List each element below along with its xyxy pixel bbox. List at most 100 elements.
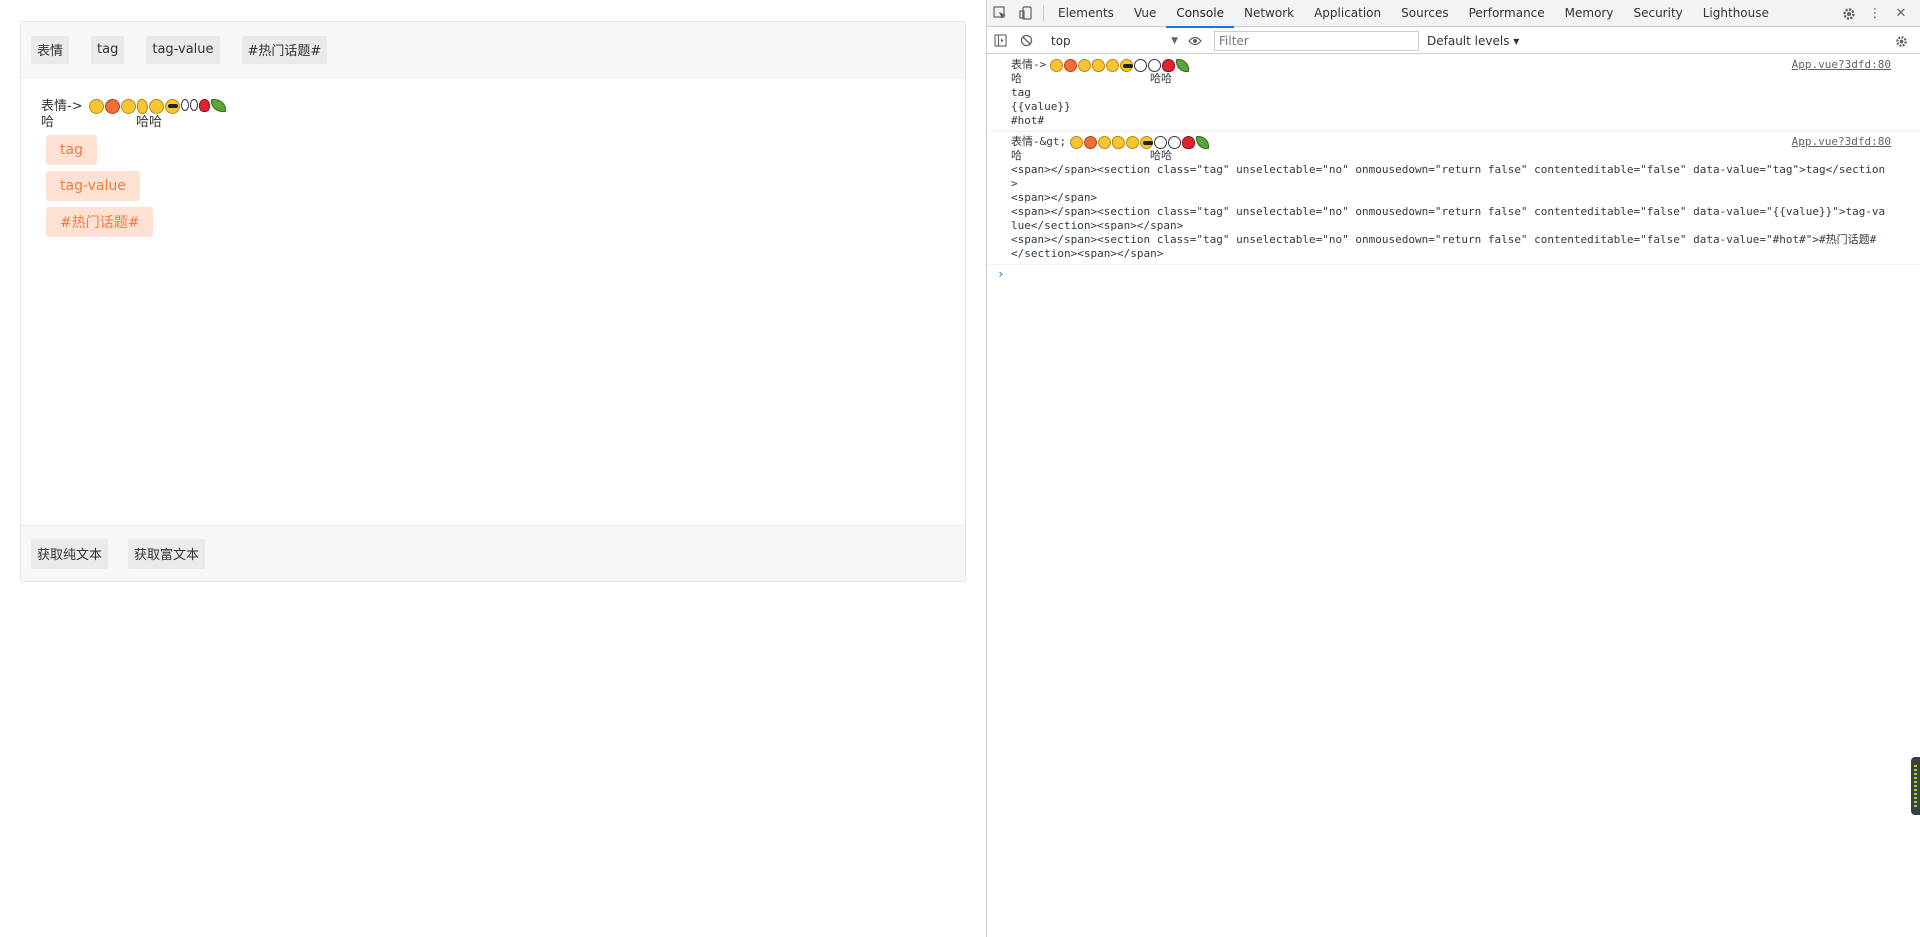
eye-icon <box>1168 135 1182 149</box>
grinning-face-icon <box>1070 135 1084 149</box>
emoji-sequence <box>1070 135 1210 149</box>
sunglasses-face-icon <box>1120 58 1134 72</box>
clapping-hand-icon <box>136 99 148 114</box>
sidebar-toggle-icon[interactable] <box>987 28 1013 54</box>
insert-hot-topic-button[interactable]: #热门话题# <box>241 35 328 64</box>
extension-handle[interactable] <box>1911 757 1920 815</box>
console-messages: App.vue?3dfd:80 表情-> 哈 哈哈 tag {{value}} … <box>987 55 1920 281</box>
message-prefix: 表情-&gt; <box>1011 135 1067 148</box>
editor-haha-line: 哈 哈哈 <box>41 115 945 131</box>
get-rich-text-button[interactable]: 获取富文本 <box>128 538 206 569</box>
herb-icon <box>1176 58 1190 72</box>
tab-sources[interactable]: Sources <box>1391 0 1458 27</box>
device-toggle-icon[interactable] <box>1013 0 1039 26</box>
message-prefix: 表情-> <box>1011 58 1047 71</box>
tab-security[interactable]: Security <box>1623 0 1692 27</box>
tab-vue[interactable]: Vue <box>1124 0 1166 27</box>
haha-text: 哈 <box>1011 149 1022 162</box>
close-icon[interactable]: ✕ <box>1888 1 1914 27</box>
haha-text: 哈哈 <box>1150 149 1172 162</box>
emoji-sequence <box>1050 58 1190 72</box>
console-prompt[interactable]: › <box>987 265 1920 281</box>
tag-chip-row: tag <box>41 131 945 167</box>
herb-icon <box>210 99 226 112</box>
clear-console-icon[interactable] <box>1013 28 1039 54</box>
message-body: <span></span><section class="tag" unsele… <box>1011 163 1886 260</box>
tag-value-chip[interactable]: tag-value <box>46 171 140 201</box>
insert-emoji-button[interactable]: 表情 <box>31 35 70 64</box>
herb-icon <box>1196 135 1210 149</box>
gear-icon[interactable] <box>1836 1 1862 27</box>
clapping-hand-icon <box>1112 135 1126 149</box>
insert-tag-button[interactable]: tag <box>91 35 125 64</box>
tag-chip-row: #热门话题# <box>41 203 945 239</box>
haha-text: 哈 <box>41 115 55 130</box>
editor-card: 表情 tag tag-value #热门话题# 表情-> 哈 哈哈 tag ta… <box>20 21 966 582</box>
message-first-line: 表情-&gt; <box>1011 135 1890 149</box>
more-vert-icon[interactable]: ⋮ <box>1862 1 1888 27</box>
message-haha-line: 哈 哈哈 <box>1011 149 1890 163</box>
rich-text-editor[interactable]: 表情-> 哈 哈哈 tag tag-value #热门话题# <box>21 79 965 524</box>
console-message: App.vue?3dfd:80 表情-> 哈 哈哈 tag {{value}} … <box>987 55 1920 132</box>
context-select[interactable]: top ▼ <box>1047 31 1182 51</box>
app-page: 表情 tag tag-value #热门话题# 表情-> 哈 哈哈 tag ta… <box>0 0 986 937</box>
heart-eyes-face-icon <box>104 99 120 114</box>
message-haha-line: 哈 哈哈 <box>1011 72 1890 86</box>
sunglasses-face-icon <box>164 99 180 114</box>
eye-icon <box>1148 58 1162 72</box>
rose-icon <box>198 99 210 112</box>
pleading-face-icon <box>120 99 136 114</box>
insert-toolbar: 表情 tag tag-value #热门话题# <box>21 22 965 78</box>
devtools-right-tools: ⋮ ✕ <box>1836 0 1914 27</box>
log-levels-select[interactable]: Default levels ▾ <box>1427 34 1519 48</box>
heart-eyes-face-icon <box>1084 135 1098 149</box>
tab-lighthouse[interactable]: Lighthouse <box>1693 0 1779 27</box>
haha-text: 哈哈 <box>136 115 163 130</box>
message-body: tag {{value}} #hot# <box>1011 86 1071 127</box>
gear-icon[interactable] <box>1888 31 1914 51</box>
devtools-tabbar: Elements Vue Console Network Application… <box>987 0 1920 28</box>
tab-elements[interactable]: Elements <box>1048 0 1124 27</box>
context-value: top <box>1051 33 1071 48</box>
emoji-prefix-text: 表情-> <box>41 99 83 114</box>
inspect-icon[interactable] <box>987 0 1013 26</box>
tab-network[interactable]: Network <box>1234 0 1304 27</box>
hot-topic-chip[interactable]: #热门话题# <box>46 207 154 237</box>
eye-icon <box>180 99 189 111</box>
get-plain-text-button[interactable]: 获取纯文本 <box>31 538 109 569</box>
source-link[interactable]: App.vue?3dfd:80 <box>1792 58 1891 72</box>
console-filter-input[interactable] <box>1214 30 1419 51</box>
haha-text: 哈 <box>1011 72 1022 85</box>
savoring-face-icon <box>1126 135 1140 149</box>
pleading-face-icon <box>1078 58 1092 72</box>
tab-memory[interactable]: Memory <box>1555 0 1624 27</box>
tab-performance[interactable]: Performance <box>1459 0 1555 27</box>
insert-tag-value-button[interactable]: tag-value <box>146 35 220 64</box>
emoji-sequence <box>88 99 227 114</box>
tag-chip[interactable]: tag <box>46 135 97 165</box>
sunglasses-face-icon <box>1140 135 1154 149</box>
savoring-face-icon <box>1106 58 1120 72</box>
source-link[interactable]: App.vue?3dfd:80 <box>1792 135 1891 149</box>
console-toolbar: top ▼ Default levels ▾ <box>987 28 1920 54</box>
tag-chip-row: tag-value <box>41 167 945 203</box>
editor-emoji-line: 表情-> <box>41 99 945 115</box>
grinning-face-icon <box>88 99 104 114</box>
savoring-face-icon <box>148 99 164 114</box>
rose-icon <box>1162 58 1176 72</box>
eye-icon <box>189 99 198 111</box>
divider <box>1043 5 1044 21</box>
tab-console[interactable]: Console <box>1166 0 1234 28</box>
live-expression-icon[interactable] <box>1182 28 1208 54</box>
rose-icon <box>1182 135 1196 149</box>
message-first-line: 表情-> <box>1011 58 1890 72</box>
eye-icon <box>1134 58 1148 72</box>
haha-text: 哈哈 <box>1150 72 1172 85</box>
output-toolbar: 获取纯文本 获取富文本 <box>21 525 965 581</box>
grinning-face-icon <box>1050 58 1064 72</box>
clapping-hand-icon <box>1092 58 1106 72</box>
dropdown-arrow-icon: ▼ <box>1171 35 1178 46</box>
pleading-face-icon <box>1098 135 1112 149</box>
heart-eyes-face-icon <box>1064 58 1078 72</box>
tab-application[interactable]: Application <box>1304 0 1391 27</box>
